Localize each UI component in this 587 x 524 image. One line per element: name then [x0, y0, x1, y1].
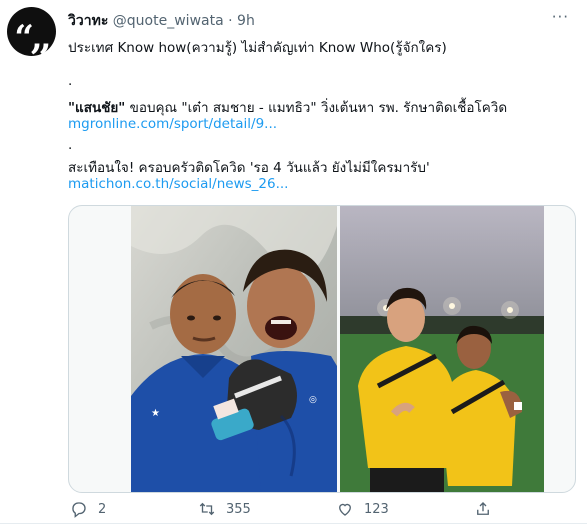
tweet-link-mgronline[interactable]: mgronline.com/sport/detail/9...: [68, 116, 277, 132]
tweet-text-line-3: สะเทือนใจ! ครอบครัวติดโควิด 'รอ 4 วันแล้…: [68, 160, 430, 176]
tweet-timestamp[interactable]: 9h: [237, 13, 255, 29]
tweet-header: วิวาทะ @quote_wiwata · 9h: [68, 10, 255, 32]
tweet-link-matichon[interactable]: matichon.co.th/social/news_26...: [68, 176, 288, 192]
tweet-text-dot-2: .: [68, 137, 73, 153]
reply-count: 2: [98, 501, 107, 517]
header-separator: ·: [228, 13, 233, 29]
avatar[interactable]: “,,: [7, 7, 56, 56]
photo-blue-jerseys-image: ★ ◎: [131, 206, 337, 492]
quote-logo-icon: “,,: [14, 17, 51, 58]
retweet-icon: [199, 502, 215, 516]
reply-icon: [72, 502, 86, 518]
display-name[interactable]: วิวาทะ: [68, 13, 108, 29]
like-button[interactable]: 123: [336, 500, 389, 518]
tweet-text-line-1: ประเทศ Know how(ความรู้) ไม่สำคัญเท่า Kn…: [68, 40, 447, 56]
like-count: 123: [364, 501, 389, 517]
tweet-actions: 2 355 123: [68, 500, 574, 520]
photo-yellow-jerseys[interactable]: [340, 206, 544, 492]
tweet-media[interactable]: ★ ◎: [68, 205, 576, 493]
share-icon: [477, 502, 489, 515]
tweet-text-dot-1: .: [68, 73, 73, 89]
user-handle[interactable]: @quote_wiwata: [113, 13, 224, 29]
tweet-card[interactable]: “,, วิวาทะ @quote_wiwata · 9h ··· ประเทศ…: [0, 0, 587, 524]
svg-text:★: ★: [151, 408, 160, 419]
photo-yellow-jerseys-image: [340, 206, 544, 492]
retweet-count: 355: [226, 501, 251, 517]
more-options-icon[interactable]: ···: [552, 8, 569, 26]
tweet-text-line-2-rest: ขอบคุณ "เต๋า สมชาย - แมทธิว" วิ่งเต้นหา …: [125, 100, 508, 116]
svg-text:◎: ◎: [309, 395, 317, 405]
share-button[interactable]: [474, 500, 492, 518]
photo-blue-jerseys[interactable]: ★ ◎: [131, 206, 337, 492]
reply-button[interactable]: 2: [70, 500, 106, 518]
retweet-button[interactable]: 355: [198, 500, 251, 518]
heart-icon: [339, 503, 351, 516]
tweet-text-line-2: "แสนชัย" ขอบคุณ "เต๋า สมชาย - แมทธิว" วิ…: [68, 96, 507, 118]
tweet-text-bold-name: "แสนชัย": [68, 100, 126, 116]
